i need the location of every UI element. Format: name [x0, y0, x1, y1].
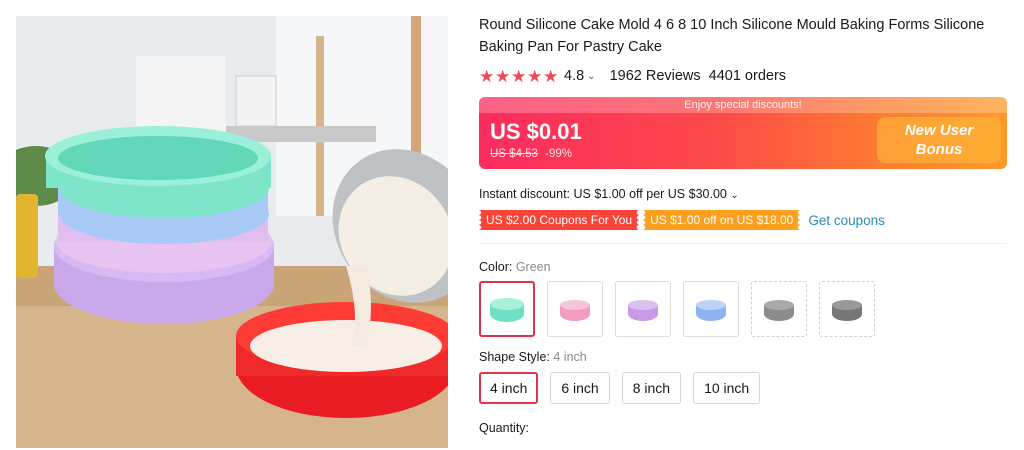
product-title: Round Silicone Cake Mold 4 6 8 10 Inch S… [479, 17, 985, 55]
color-swatch-green[interactable] [479, 281, 535, 337]
mold-thumbnail-icon [832, 300, 862, 321]
mold-thumbnail-icon [696, 300, 726, 321]
product-image[interactable] [16, 16, 448, 448]
current-price: US $0.01 [490, 119, 582, 144]
color-swatch-purple[interactable] [615, 281, 671, 337]
product-info: Round Silicone Cake Mold 4 6 8 10 Inch S… [479, 14, 1009, 435]
new-user-bonus-badge[interactable]: New User Bonus [877, 117, 1001, 163]
star-icon: ★ [511, 66, 527, 86]
color-selected-value: Green [515, 260, 551, 274]
mold-thumbnail-icon [560, 300, 590, 321]
rating-value[interactable]: 4.8 [564, 68, 584, 84]
reviews-link[interactable]: 1962 Reviews [610, 68, 701, 84]
discount-ribbon: Enjoy special discounts! [479, 97, 1007, 113]
coupon-tag[interactable]: US $2.00 Coupons For You [479, 210, 640, 230]
coupon-tag[interactable]: US $1.00 off on US $18.00 [643, 210, 801, 230]
bonus-line-1: New User [904, 122, 974, 139]
original-price: US $4.53 [490, 148, 538, 160]
color-swatch-pink[interactable] [547, 281, 603, 337]
star-rating: ★ ★ ★ ★ ★ [479, 66, 559, 86]
shape-label-text: Shape Style: [479, 350, 550, 364]
color-swatch-gray[interactable] [751, 281, 807, 337]
color-swatches [479, 281, 1009, 337]
star-icon: ★ [479, 66, 495, 86]
bonus-line-2: Bonus [915, 141, 963, 158]
size-option-6-inch[interactable]: 6 inch [550, 372, 610, 404]
discount-percent: -99% [545, 148, 573, 160]
get-coupons-link[interactable]: Get coupons [808, 213, 885, 228]
color-label: Color: Green [479, 260, 1009, 274]
price-banner: Enjoy special discounts! US $0.01 US $4.… [479, 97, 1007, 169]
shape-selected-value: 4 inch [553, 350, 587, 364]
star-icon: ★ [495, 66, 511, 86]
color-swatch-dark-gray[interactable] [819, 281, 875, 337]
rating-row: ★ ★ ★ ★ ★ 4.8 ⌄ 1962 Reviews 4401 orders [479, 64, 1009, 88]
star-icon: ★ [527, 66, 543, 86]
size-option-4-inch[interactable]: 4 inch [479, 372, 539, 404]
original-price-row: US $4.53 -99% [490, 148, 572, 160]
size-option-8-inch[interactable]: 8 inch [621, 372, 682, 404]
chevron-down-icon[interactable]: ⌄ [587, 71, 595, 82]
shape-label: Shape Style: 4 inch [479, 350, 1009, 364]
mold-thumbnail-icon [490, 298, 524, 322]
divider [479, 243, 1007, 244]
color-swatch-blue[interactable] [683, 281, 739, 337]
size-options: 4 inch 6 inch 8 inch 10 inch [479, 372, 1009, 404]
star-icon: ★ [543, 66, 559, 86]
instant-discount-text: Instant discount: US $1.00 off per US $3… [479, 187, 727, 201]
mold-thumbnail-icon [764, 300, 794, 321]
size-option-10-inch[interactable]: 10 inch [693, 372, 761, 404]
color-label-text: Color: [479, 260, 513, 274]
orders-count: 4401 orders [708, 68, 787, 84]
quantity-label: Quantity: [479, 421, 530, 435]
mold-thumbnail-icon [628, 300, 658, 321]
coupon-row: US $2.00 Coupons For You US $1.00 off on… [479, 210, 1009, 230]
instant-discount[interactable]: Instant discount: US $1.00 off per US $3… [479, 187, 1009, 201]
chevron-down-icon: ⌄ [730, 190, 739, 201]
